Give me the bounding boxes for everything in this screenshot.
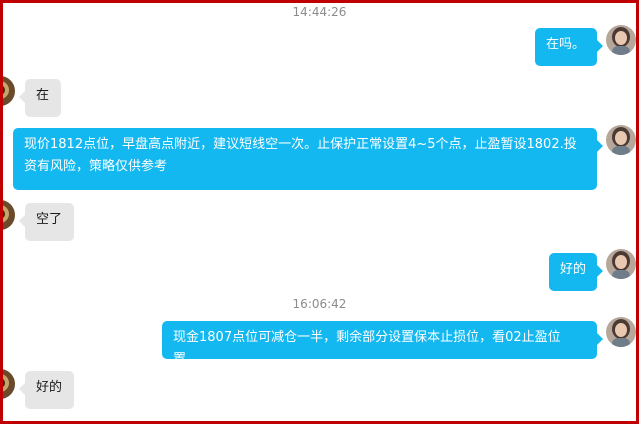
message-text: 在 (36, 88, 50, 103)
timestamp: 14:44:26 (292, 5, 347, 19)
self-avatar-icon[interactable] (606, 249, 636, 279)
outgoing-message[interactable]: 现价1812点位，早盘高点附近，建议短线空一次。止保护正常设置4~5个点，止盈暂… (13, 128, 603, 190)
contact-avatar-icon[interactable] (3, 76, 15, 106)
incoming-message[interactable]: 空了 (19, 203, 74, 241)
outgoing-message[interactable]: 在吗。 (535, 28, 603, 66)
self-avatar-icon[interactable] (606, 125, 636, 155)
message-text: 现金1807点位可减仓一半，剩余部分设置保本止损位，看02止盈位置。 (173, 330, 561, 367)
outgoing-message[interactable]: 现金1807点位可减仓一半，剩余部分设置保本止损位，看02止盈位置。 (162, 321, 603, 367)
self-avatar-icon[interactable] (606, 25, 636, 55)
chat-window: 14:44:26 在吗。 在 现价1812点位，早盘高点附近，建议短线空一次。止… (0, 0, 639, 424)
timestamp: 16:06:42 (292, 297, 347, 311)
message-text: 好的 (560, 262, 587, 277)
incoming-message[interactable]: 好的 (19, 371, 74, 409)
incoming-message[interactable]: 在 (19, 79, 61, 117)
contact-avatar-icon[interactable] (3, 369, 15, 399)
message-text: 在吗。 (546, 37, 586, 52)
message-text: 好的 (36, 380, 63, 395)
contact-avatar-icon[interactable] (3, 200, 15, 230)
message-text: 空了 (36, 212, 63, 227)
self-avatar-icon[interactable] (606, 317, 636, 347)
message-text: 现价1812点位，早盘高点附近，建议短线空一次。止保护正常设置4~5个点，止盈暂… (24, 137, 577, 174)
outgoing-message[interactable]: 好的 (549, 253, 603, 291)
